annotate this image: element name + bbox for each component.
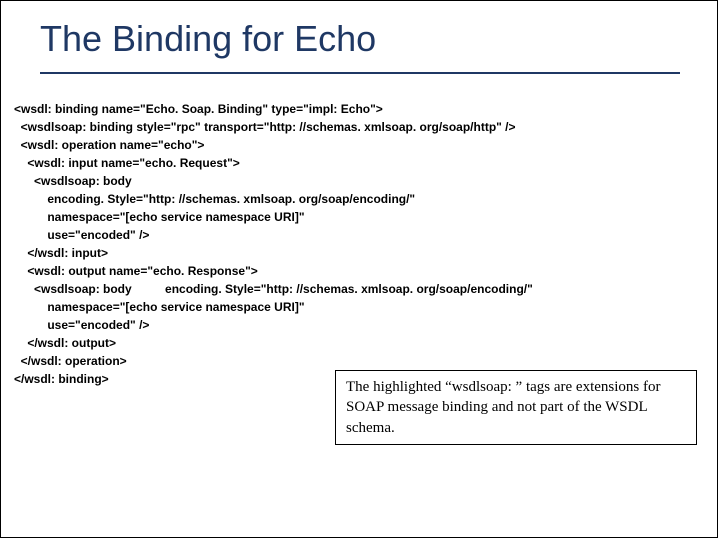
- code-line: <wsdl: input name="echo. Request">: [14, 156, 240, 170]
- code-line: encoding. Style="http: //schemas. xmlsoa…: [14, 192, 415, 206]
- code-line: </wsdl: output>: [14, 336, 116, 350]
- code-line: <wsdlsoap: body encoding. Style="http: /…: [14, 282, 533, 296]
- wsdl-code-block: <wsdl: binding name="Echo. Soap. Binding…: [14, 100, 704, 388]
- callout-box: The highlighted “wsdlsoap: ” tags are ex…: [335, 370, 697, 445]
- code-line: <wsdlsoap: binding style="rpc" transport…: [14, 120, 516, 134]
- callout-text: The highlighted “wsdlsoap: ” tags are ex…: [346, 379, 661, 436]
- page-title: The Binding for Echo: [40, 18, 376, 60]
- code-line: </wsdl: input>: [14, 246, 108, 260]
- code-line: use="encoded" />: [14, 318, 149, 332]
- code-line: namespace="[echo service namespace URI]": [14, 210, 305, 224]
- code-line: <wsdl: output name="echo. Response">: [14, 264, 258, 278]
- code-line: namespace="[echo service namespace URI]": [14, 300, 305, 314]
- code-line: </wsdl: operation>: [14, 354, 127, 368]
- code-line: use="encoded" />: [14, 228, 149, 242]
- code-line: <wsdlsoap: body: [14, 174, 132, 188]
- title-underline: [40, 72, 680, 74]
- code-line: <wsdl: binding name="Echo. Soap. Binding…: [14, 102, 383, 116]
- code-line: </wsdl: binding>: [14, 372, 109, 386]
- code-line: <wsdl: operation name="echo">: [14, 138, 204, 152]
